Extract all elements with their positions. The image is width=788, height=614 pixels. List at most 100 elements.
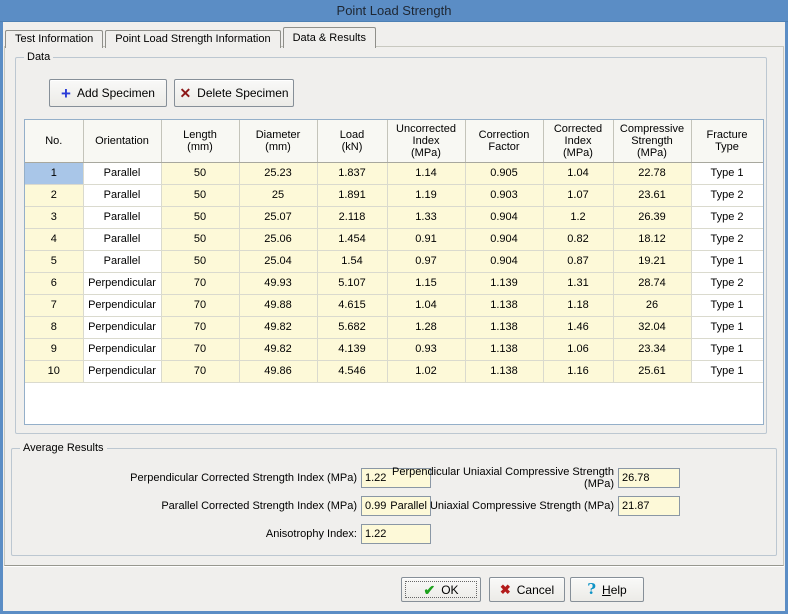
table-cell[interactable]: 1.891	[317, 184, 387, 206]
row-number-cell[interactable]: 9	[25, 338, 83, 360]
table-cell[interactable]: 1.28	[387, 316, 465, 338]
row-number-cell[interactable]: 1	[25, 162, 83, 184]
table-cell[interactable]: 1.138	[465, 294, 543, 316]
delete-specimen-button[interactable]: ✕ Delete Specimen	[174, 79, 294, 107]
table-cell[interactable]: 49.88	[239, 294, 317, 316]
table-cell[interactable]: 1.138	[465, 360, 543, 382]
table-cell[interactable]: 0.903	[465, 184, 543, 206]
table-cell[interactable]: 0.904	[465, 250, 543, 272]
table-cell[interactable]: 70	[161, 294, 239, 316]
add-specimen-button[interactable]: + Add Specimen	[49, 79, 167, 107]
table-cell[interactable]: 1.02	[387, 360, 465, 382]
table-cell[interactable]: Parallel	[83, 184, 161, 206]
table-cell[interactable]: 1.14	[387, 162, 465, 184]
table-cell[interactable]: 25	[239, 184, 317, 206]
table-cell[interactable]: Type 2	[691, 206, 763, 228]
table-cell[interactable]: 26.39	[613, 206, 691, 228]
table-cell[interactable]: 1.138	[465, 316, 543, 338]
table-cell[interactable]: 1.454	[317, 228, 387, 250]
table-cell[interactable]: 50	[161, 228, 239, 250]
table-cell[interactable]: 1.19	[387, 184, 465, 206]
perpendicular-uniaxial-strength-input[interactable]	[618, 468, 680, 488]
table-cell[interactable]: 28.74	[613, 272, 691, 294]
table-cell[interactable]: 5.107	[317, 272, 387, 294]
table-cell[interactable]: Parallel	[83, 206, 161, 228]
table-cell[interactable]: 50	[161, 162, 239, 184]
table-cell[interactable]: 0.87	[543, 250, 613, 272]
table-cell[interactable]: 0.904	[465, 228, 543, 250]
table-cell[interactable]: 1.139	[465, 272, 543, 294]
tab-data-results[interactable]: Data & Results	[283, 27, 376, 48]
table-cell[interactable]: 0.91	[387, 228, 465, 250]
table-cell[interactable]: 0.93	[387, 338, 465, 360]
table-cell[interactable]: 1.837	[317, 162, 387, 184]
table-cell[interactable]: 49.82	[239, 316, 317, 338]
table-cell[interactable]: 23.61	[613, 184, 691, 206]
table-cell[interactable]: 26	[613, 294, 691, 316]
ok-button[interactable]: ✔ OK	[401, 577, 481, 602]
table-cell[interactable]: 0.97	[387, 250, 465, 272]
table-cell[interactable]: 70	[161, 316, 239, 338]
table-cell[interactable]: 0.904	[465, 206, 543, 228]
table-cell[interactable]: 4.615	[317, 294, 387, 316]
table-cell[interactable]: 25.04	[239, 250, 317, 272]
table-cell[interactable]: 25.06	[239, 228, 317, 250]
table-cell[interactable]: Perpendicular	[83, 316, 161, 338]
table-cell[interactable]: 49.82	[239, 338, 317, 360]
help-button[interactable]: ? Help	[570, 577, 644, 602]
table-cell[interactable]: 1.33	[387, 206, 465, 228]
table-cell[interactable]: 22.78	[613, 162, 691, 184]
table-cell[interactable]: Perpendicular	[83, 272, 161, 294]
table-cell[interactable]: 1.06	[543, 338, 613, 360]
table-cell[interactable]: 1.15	[387, 272, 465, 294]
table-cell[interactable]: 23.34	[613, 338, 691, 360]
table-cell[interactable]: 49.86	[239, 360, 317, 382]
row-number-cell[interactable]: 6	[25, 272, 83, 294]
table-cell[interactable]: Type 2	[691, 228, 763, 250]
table-cell[interactable]: 0.905	[465, 162, 543, 184]
table-cell[interactable]: 50	[161, 206, 239, 228]
table-cell[interactable]: 1.31	[543, 272, 613, 294]
row-number-cell[interactable]: 4	[25, 228, 83, 250]
table-cell[interactable]: 25.23	[239, 162, 317, 184]
parallel-uniaxial-strength-input[interactable]	[618, 496, 680, 516]
table-cell[interactable]: Perpendicular	[83, 338, 161, 360]
table-cell[interactable]: Parallel	[83, 228, 161, 250]
table-cell[interactable]: Type 1	[691, 338, 763, 360]
cancel-button[interactable]: ✖ Cancel	[489, 577, 565, 602]
row-number-cell[interactable]: 7	[25, 294, 83, 316]
table-cell[interactable]: 1.04	[387, 294, 465, 316]
table-cell[interactable]: 1.16	[543, 360, 613, 382]
table-cell[interactable]: 25.07	[239, 206, 317, 228]
table-cell[interactable]: Type 1	[691, 316, 763, 338]
table-cell[interactable]: Parallel	[83, 250, 161, 272]
table-cell[interactable]: Perpendicular	[83, 360, 161, 382]
table-cell[interactable]: 1.07	[543, 184, 613, 206]
tab-test-information[interactable]: Test Information	[5, 30, 103, 48]
row-number-cell[interactable]: 10	[25, 360, 83, 382]
table-cell[interactable]: 50	[161, 184, 239, 206]
table-cell[interactable]: 1.138	[465, 338, 543, 360]
table-cell[interactable]: Parallel	[83, 162, 161, 184]
table-cell[interactable]: 1.2	[543, 206, 613, 228]
table-cell[interactable]: 19.21	[613, 250, 691, 272]
table-cell[interactable]: 25.61	[613, 360, 691, 382]
table-cell[interactable]: 49.93	[239, 272, 317, 294]
row-number-cell[interactable]: 5	[25, 250, 83, 272]
table-cell[interactable]: 5.682	[317, 316, 387, 338]
table-cell[interactable]: Type 1	[691, 294, 763, 316]
table-cell[interactable]: 1.04	[543, 162, 613, 184]
table-cell[interactable]: 1.18	[543, 294, 613, 316]
table-cell[interactable]: Type 1	[691, 162, 763, 184]
tab-point-load-strength-information[interactable]: Point Load Strength Information	[105, 30, 280, 48]
table-cell[interactable]: 32.04	[613, 316, 691, 338]
row-number-cell[interactable]: 2	[25, 184, 83, 206]
row-number-cell[interactable]: 8	[25, 316, 83, 338]
table-cell[interactable]: 18.12	[613, 228, 691, 250]
table-cell[interactable]: 4.139	[317, 338, 387, 360]
table-cell[interactable]: 1.46	[543, 316, 613, 338]
table-cell[interactable]: 0.82	[543, 228, 613, 250]
table-cell[interactable]: Type 1	[691, 250, 763, 272]
table-cell[interactable]: 50	[161, 250, 239, 272]
table-cell[interactable]: 2.118	[317, 206, 387, 228]
